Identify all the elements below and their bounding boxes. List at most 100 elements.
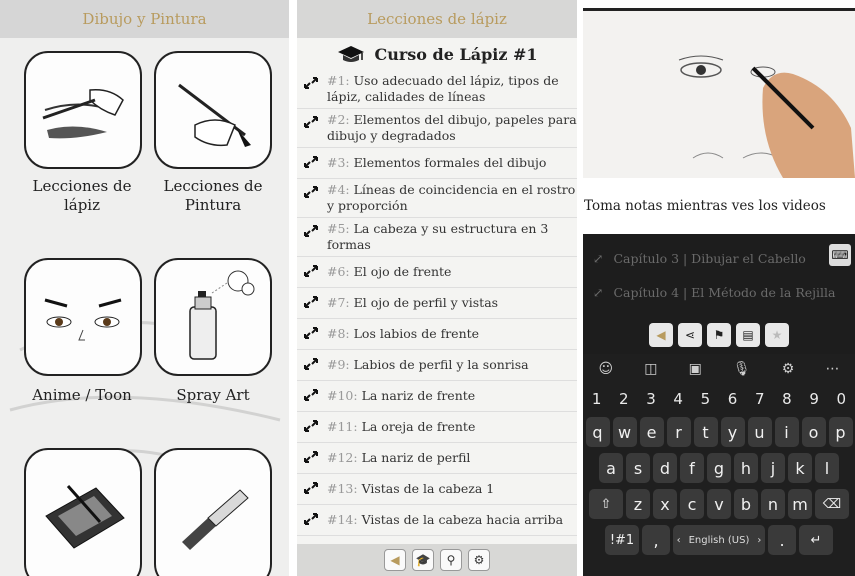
letter-key[interactable]: t bbox=[693, 417, 718, 447]
letter-key[interactable]: x bbox=[653, 489, 677, 519]
anime-toon-label[interactable]: Anime / Toon bbox=[17, 386, 147, 405]
number-key[interactable]: 6 bbox=[728, 390, 738, 408]
star-icon[interactable]: ★ bbox=[765, 323, 789, 347]
letter-key[interactable]: k bbox=[788, 453, 812, 483]
letter-key[interactable]: z bbox=[626, 489, 650, 519]
emoji-icon[interactable]: ☺ bbox=[599, 361, 614, 377]
hand-pencil-icon bbox=[42, 88, 124, 139]
lesson-title: Vistas de la cabeza hacia arriba bbox=[357, 511, 564, 527]
flag-icon[interactable]: ⚑ bbox=[707, 323, 731, 347]
lesson-item[interactable]: #6: El ojo de frente bbox=[297, 257, 577, 288]
back-arrow-icon[interactable]: ◀ bbox=[384, 549, 406, 571]
letter-key[interactable]: f bbox=[680, 453, 704, 483]
lesson-item[interactable]: #1: Uso adecuado del lápiz, tipos de láp… bbox=[297, 70, 577, 109]
letter-key[interactable]: o bbox=[801, 417, 826, 447]
letter-key[interactable]: g bbox=[707, 453, 731, 483]
letter-key[interactable]: w bbox=[612, 417, 637, 447]
comma-key[interactable]: , bbox=[642, 525, 670, 555]
lesson-number: #6: bbox=[327, 263, 350, 279]
number-key[interactable]: 9 bbox=[809, 390, 819, 408]
chapter-list: ⤢ Capítulo 3 | Dibujar el Cabello ⤢ Capí… bbox=[583, 234, 855, 316]
more-icon[interactable]: ⋯ bbox=[825, 361, 839, 377]
lesson-label: #11: La oreja de frente bbox=[327, 419, 475, 435]
sticker-icon[interactable]: ◫ bbox=[644, 361, 657, 377]
letter-key[interactable]: p bbox=[828, 417, 853, 447]
symbols-key[interactable]: !#1 bbox=[605, 525, 639, 555]
spray-art-label[interactable]: Spray Art bbox=[148, 386, 278, 405]
letter-key[interactable]: h bbox=[734, 453, 758, 483]
pencil-lessons-label[interactable]: Lecciones de lápiz bbox=[17, 177, 147, 215]
painting-lessons-label[interactable]: Lecciones de Pintura bbox=[148, 177, 278, 215]
letter-key[interactable]: c bbox=[680, 489, 704, 519]
anime-toon-tile[interactable] bbox=[24, 258, 142, 376]
number-key[interactable]: 5 bbox=[701, 390, 711, 408]
graduation-cap-icon bbox=[338, 46, 365, 62]
key-row-1: qwertyuiop bbox=[583, 414, 855, 450]
number-key[interactable]: 3 bbox=[646, 390, 656, 408]
lesson-item[interactable]: #12: La nariz de perfil bbox=[297, 443, 577, 474]
chapter-item[interactable]: ⤢ Capítulo 4 | El Método de la Rejilla bbox=[593, 280, 835, 304]
graduation-cap-icon[interactable]: 🎓 bbox=[412, 549, 434, 571]
number-key[interactable]: 2 bbox=[619, 390, 629, 408]
microphone-icon[interactable]: 🎙 bbox=[733, 361, 751, 377]
search-icon[interactable]: ⚲ bbox=[440, 549, 462, 571]
gif-icon[interactable]: ▣ bbox=[689, 361, 702, 377]
lesson-title: La nariz de perfil bbox=[357, 449, 471, 465]
letter-key[interactable]: u bbox=[747, 417, 772, 447]
period-key[interactable]: . bbox=[768, 525, 796, 555]
lesson-label: #5: La cabeza y su estructura en 3 forma… bbox=[327, 221, 577, 253]
letter-key[interactable]: i bbox=[774, 417, 799, 447]
shift-key[interactable]: ⇧ bbox=[589, 489, 623, 519]
number-key[interactable]: 0 bbox=[837, 390, 847, 408]
lesson-item[interactable]: #11: La oreja de frente bbox=[297, 412, 577, 443]
pencil-lessons-tile[interactable] bbox=[24, 51, 142, 169]
lesson-item[interactable]: #2: Elementos del dibujo, papeles para d… bbox=[297, 109, 577, 148]
settings-gear-icon[interactable]: ⚙ bbox=[782, 361, 795, 377]
lesson-label: #8: Los labios de frente bbox=[327, 326, 479, 342]
letter-key[interactable]: e bbox=[639, 417, 664, 447]
letter-key[interactable]: j bbox=[761, 453, 785, 483]
notes-icon[interactable]: ▤ bbox=[736, 323, 760, 347]
keyboard-icon[interactable]: ⌨ bbox=[829, 244, 851, 266]
backspace-key[interactable]: ⌫ bbox=[815, 489, 849, 519]
lesson-item[interactable]: #5: La cabeza y su estructura en 3 forma… bbox=[297, 218, 577, 257]
painting-lessons-tile[interactable] bbox=[154, 51, 272, 169]
space-bar[interactable]: ‹ English (US) › bbox=[673, 525, 765, 555]
letter-key[interactable]: n bbox=[761, 489, 785, 519]
settings-gear-icon[interactable]: ⚙ bbox=[468, 549, 490, 571]
letter-key[interactable]: s bbox=[626, 453, 650, 483]
share-icon[interactable]: ⋖ bbox=[678, 323, 702, 347]
lesson-item[interactable]: #13: Vistas de la cabeza 1 bbox=[297, 474, 577, 505]
drawing-tablet-icon bbox=[45, 485, 125, 549]
letter-key[interactable]: d bbox=[653, 453, 677, 483]
chapter-item[interactable]: ⤢ Capítulo 3 | Dibujar el Cabello bbox=[593, 246, 806, 270]
lesson-item[interactable]: #14: Vistas de la cabeza hacia arriba bbox=[297, 505, 577, 536]
back-arrow-icon[interactable]: ◀ bbox=[649, 323, 673, 347]
lesson-item[interactable]: #9: Labios de perfil y la sonrisa bbox=[297, 350, 577, 381]
digital-tablet-tile[interactable] bbox=[24, 448, 142, 576]
expand-arrow-icon: ⤢ bbox=[593, 284, 604, 300]
lesson-item[interactable]: #10: La nariz de frente bbox=[297, 381, 577, 412]
lesson-item[interactable]: #8: Los labios de frente bbox=[297, 319, 577, 350]
lesson-item[interactable]: #4: Líneas de coincidencia en el rostro … bbox=[297, 179, 577, 218]
space-label: English (US) bbox=[688, 534, 750, 546]
letter-key[interactable]: a bbox=[599, 453, 623, 483]
lesson-item[interactable]: #3: Elementos formales del dibujo bbox=[297, 148, 577, 179]
lesson-item[interactable]: #7: El ojo de perfil y vistas bbox=[297, 288, 577, 319]
carving-tile[interactable] bbox=[154, 448, 272, 576]
enter-key[interactable]: ↵ bbox=[799, 525, 833, 555]
letter-key[interactable]: m bbox=[788, 489, 812, 519]
letter-key[interactable]: v bbox=[707, 489, 731, 519]
number-key[interactable]: 4 bbox=[673, 390, 683, 408]
letter-key[interactable]: l bbox=[815, 453, 839, 483]
letter-key[interactable]: q bbox=[585, 417, 610, 447]
letter-key[interactable]: y bbox=[720, 417, 745, 447]
letter-key[interactable]: r bbox=[666, 417, 691, 447]
spray-art-tile[interactable] bbox=[154, 258, 272, 376]
number-key[interactable]: 8 bbox=[782, 390, 792, 408]
number-key[interactable]: 7 bbox=[755, 390, 765, 408]
lesson-number: #8: bbox=[327, 325, 350, 341]
number-key[interactable]: 1 bbox=[592, 390, 602, 408]
video-player[interactable] bbox=[583, 8, 855, 178]
letter-key[interactable]: b bbox=[734, 489, 758, 519]
